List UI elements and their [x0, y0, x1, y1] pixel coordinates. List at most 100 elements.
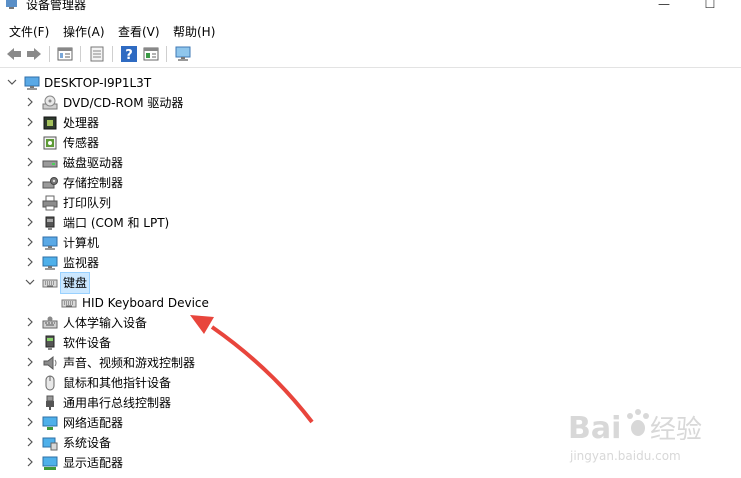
help-icon[interactable]: ? — [120, 45, 138, 63]
tree-item[interactable]: 人体学输入设备 — [0, 313, 741, 333]
toolbar-separator — [49, 46, 50, 62]
svg-text:?: ? — [125, 48, 133, 63]
tree-item-label: 打印队列 — [63, 196, 112, 210]
tree-item-label: 鼠标和其他指针设备 — [63, 376, 172, 390]
tree-item[interactable]: 通用串行总线控制器 — [0, 393, 741, 413]
tree-item[interactable]: 处理器 — [0, 113, 741, 133]
dvd-icon — [42, 95, 58, 110]
usb-icon — [46, 395, 54, 410]
chevron-right-icon[interactable] — [24, 333, 36, 353]
chevron-right-icon[interactable] — [24, 173, 36, 193]
monitor-scan-icon[interactable] — [174, 45, 192, 63]
chevron-down-icon[interactable] — [6, 73, 18, 93]
keyboard-icon — [42, 279, 58, 288]
mouse-icon — [45, 375, 55, 391]
window-title: 设备管理器 — [26, 0, 87, 12]
tree-item[interactable]: 传感器 — [0, 133, 741, 153]
tree-item-label: 键盘 — [59, 272, 91, 294]
tree-item-label: 端口 (COM 和 LPT) — [63, 216, 170, 230]
tree-item-label: 处理器 — [63, 116, 100, 130]
computer-icon — [42, 236, 58, 250]
chevron-right-icon[interactable] — [24, 93, 36, 113]
device-manager-icon — [6, 0, 17, 9]
tree-item-label: DVD/CD-ROM 驱动器 — [63, 96, 184, 110]
system-device-icon — [42, 437, 58, 451]
tree-item[interactable]: 网络适配器 — [0, 413, 741, 433]
chevron-right-icon[interactable] — [24, 393, 36, 413]
disk-icon — [42, 160, 58, 168]
chevron-right-icon[interactable] — [24, 453, 36, 473]
minimize-button[interactable]: — — [641, 0, 687, 14]
toolbar-separator — [80, 46, 81, 62]
back-icon[interactable] — [5, 45, 23, 63]
tree-item-label: 磁盘驱动器 — [63, 156, 124, 170]
tree-item[interactable]: DVD/CD-ROM 驱动器 — [0, 93, 741, 113]
tree-item-label: 存储控制器 — [63, 176, 124, 190]
tree-item[interactable]: 磁盘驱动器 — [0, 153, 741, 173]
keyboard-icon — [61, 299, 77, 308]
port-icon — [45, 216, 55, 230]
maximize-button[interactable]: ☐ — [687, 0, 733, 14]
tree-child-label: HID Keyboard Device — [82, 296, 209, 310]
tree-item[interactable]: 软件设备 — [0, 333, 741, 353]
chevron-right-icon[interactable] — [24, 433, 36, 453]
menu-action[interactable]: 操作(A) — [63, 23, 105, 40]
menu-help[interactable]: 帮助(H) — [173, 23, 215, 40]
chevron-right-icon[interactable] — [24, 153, 36, 173]
computer-icon — [24, 76, 40, 90]
tree-item[interactable]: 打印队列 — [0, 193, 741, 213]
tree-root-label: DESKTOP-I9P1L3T — [44, 76, 152, 90]
tree-item[interactable]: 声音、视频和游戏控制器 — [0, 353, 741, 373]
tree-item-label: 网络适配器 — [63, 416, 124, 430]
update-driver-icon[interactable] — [88, 45, 106, 63]
storage-controller-icon — [42, 177, 58, 189]
forward-icon[interactable] — [25, 45, 43, 63]
toolbar-separator — [112, 46, 113, 62]
title-bar: 设备管理器 — ☐ — [0, 0, 741, 14]
tree-item-label: 计算机 — [63, 236, 100, 250]
tree-item-label: 系统设备 — [63, 436, 112, 450]
sensor-icon — [43, 136, 57, 150]
display-adapter-icon — [42, 456, 58, 470]
device-tree: DESKTOP-I9P1L3T DVD/CD-ROM 驱动器 处理器传感器磁盘驱动器… — [0, 71, 741, 478]
chevron-right-icon[interactable] — [24, 133, 36, 153]
chevron-right-icon[interactable] — [24, 413, 36, 433]
tree-item[interactable]: 系统设备 — [0, 433, 741, 453]
speaker-icon — [43, 355, 57, 371]
chevron-right-icon[interactable] — [24, 253, 36, 273]
tree-item-label: 声音、视频和游戏控制器 — [63, 356, 196, 370]
view-icon[interactable] — [142, 45, 160, 63]
tree-item-label: 传感器 — [63, 136, 100, 150]
tree-item[interactable]: 存储控制器 — [0, 173, 741, 193]
printer-icon — [42, 195, 58, 211]
tree-item[interactable]: 键盘 — [0, 272, 741, 294]
tree-item-label: 人体学输入设备 — [63, 316, 148, 330]
chevron-right-icon[interactable] — [24, 113, 36, 133]
menu-view[interactable]: 查看(V) — [118, 23, 160, 40]
chevron-right-icon[interactable] — [24, 213, 36, 233]
menu-bar: 文件(F) 操作(A) 查看(V) 帮助(H) — [0, 21, 741, 41]
chevron-right-icon[interactable] — [24, 353, 36, 373]
tree-item[interactable]: 计算机 — [0, 233, 741, 253]
monitor-icon — [42, 256, 58, 270]
menu-file[interactable]: 文件(F) — [9, 23, 49, 40]
tree-item[interactable]: 显示适配器 — [0, 453, 741, 473]
tree-item[interactable]: 端口 (COM 和 LPT) — [0, 213, 741, 233]
tree-child-item[interactable]: HID Keyboard Device — [0, 293, 741, 313]
tree-root[interactable]: DESKTOP-I9P1L3T — [0, 73, 741, 93]
processor-icon — [43, 116, 57, 130]
chevron-right-icon[interactable] — [24, 233, 36, 253]
toolbar-separator — [166, 46, 167, 62]
properties-icon[interactable] — [56, 45, 74, 63]
tree-item-label: 显示适配器 — [63, 456, 124, 470]
chevron-right-icon[interactable] — [24, 193, 36, 213]
chevron-right-icon[interactable] — [24, 313, 36, 333]
tree-item-label: 通用串行总线控制器 — [63, 396, 172, 410]
network-icon — [42, 416, 58, 430]
chevron-right-icon[interactable] — [24, 373, 36, 393]
tree-item[interactable]: 鼠标和其他指针设备 — [0, 373, 741, 393]
software-device-icon — [45, 335, 55, 350]
tree-item-label: 软件设备 — [63, 336, 112, 350]
tree-item[interactable]: 监视器 — [0, 253, 741, 273]
chevron-down-icon[interactable] — [24, 273, 36, 293]
